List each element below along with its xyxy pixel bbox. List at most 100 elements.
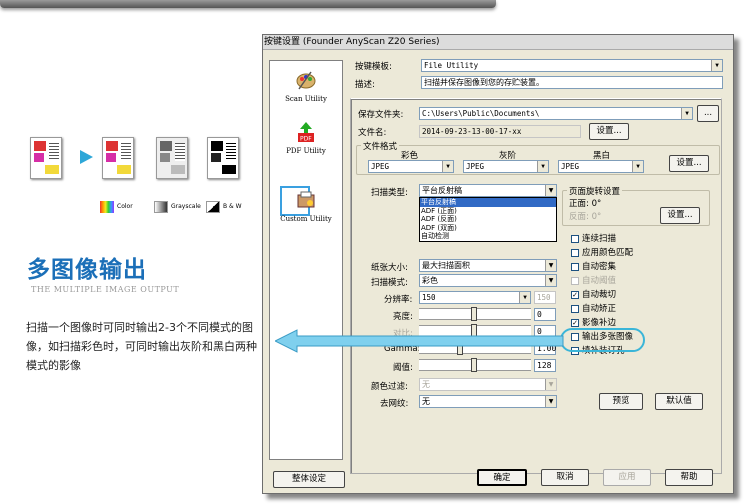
global-settings-button[interactable]: 整体设定 bbox=[273, 471, 345, 488]
paper-size-select[interactable]: 最大扫描面积 ▼ bbox=[419, 259, 557, 272]
fmt-color-value: JPEG bbox=[371, 162, 390, 171]
fmt-gray-select[interactable]: JPEG ▼ bbox=[463, 160, 549, 173]
pdf-utility-item[interactable]: PDF PDF Utility bbox=[270, 121, 342, 155]
chevron-down-icon: ▼ bbox=[545, 275, 556, 286]
settings-panel: 保存文件夹: C:\Users\Public\Documents\ ▼ ... … bbox=[350, 98, 722, 474]
checkbox-auto-threshold[interactable]: 自动阈值 bbox=[571, 274, 616, 286]
checkbox-edge-fill[interactable]: ✓ 影像补边 bbox=[571, 316, 616, 328]
format-settings-button[interactable]: 设置... bbox=[669, 155, 709, 172]
template-label: 按键模板: bbox=[355, 62, 392, 72]
brightness-spin[interactable]: 0 bbox=[534, 308, 556, 321]
threshold-spin[interactable]: 128 bbox=[534, 359, 556, 372]
multi-output-highlight bbox=[560, 328, 645, 352]
fmt-color-select[interactable]: JPEG ▼ bbox=[368, 160, 454, 173]
resolution-select[interactable]: 150 ▼ bbox=[419, 291, 531, 304]
color-page-2 bbox=[102, 137, 134, 179]
desc-value: 扫描并保存图像到您的存贮装置。 bbox=[424, 78, 544, 87]
feature-description: 扫描一个图像时可同时输出2-3个不同模式的图像，如扫描彩色时，可同时输出灰阶和黑… bbox=[26, 321, 257, 372]
checkbox-box bbox=[571, 248, 579, 257]
pointer-arrow-icon bbox=[275, 329, 564, 353]
browse-button[interactable]: ... bbox=[697, 105, 719, 122]
front-rotation: 正面: 0° bbox=[569, 199, 602, 209]
chevron-down-icon: ▼ bbox=[681, 108, 692, 119]
scan-mode-label: 扫描模式: bbox=[371, 278, 408, 288]
chevron-down-icon: ▼ bbox=[545, 379, 556, 390]
help-button[interactable]: 帮助 bbox=[665, 469, 713, 486]
mode-illustration: Color Grayscale B & W bbox=[26, 133, 252, 223]
rotation-label: 页面旋转设置 bbox=[567, 185, 623, 197]
apply-button[interactable]: 应用 bbox=[603, 469, 651, 486]
checkbox-label: 自动阈值 bbox=[582, 276, 617, 286]
feature-subheading: THE MULTIPLE IMAGE OUTPUT bbox=[31, 285, 180, 294]
option-auto-detect[interactable]: 自动检测 bbox=[420, 232, 556, 241]
checkbox-label: 应用颜色匹配 bbox=[582, 248, 634, 258]
brightness-slider[interactable] bbox=[419, 307, 531, 321]
checkbox-auto-deskew[interactable]: 自动矫正 bbox=[571, 302, 616, 314]
cancel-button[interactable]: 取消 bbox=[541, 469, 589, 486]
paper-size-label: 纸张大小: bbox=[371, 263, 408, 273]
color-swatch-icon bbox=[100, 201, 114, 213]
custom-utility-item[interactable]: Custom Utility bbox=[270, 189, 342, 223]
legend-bw: B & W bbox=[223, 203, 242, 210]
color-filter-select[interactable]: 无 ▼ bbox=[419, 378, 557, 391]
chevron-down-icon: ▼ bbox=[537, 161, 548, 172]
checkbox-continuous-scan[interactable]: 连续扫描 bbox=[571, 232, 616, 244]
fmt-bw-select[interactable]: JPEG ▼ bbox=[558, 160, 644, 173]
svg-text:PDF: PDF bbox=[300, 136, 312, 143]
option-adf-back[interactable]: ADF (反面) bbox=[420, 215, 556, 224]
checkbox-label: 连续扫描 bbox=[582, 234, 617, 244]
dialog-title: 按键设置 (Founder AnyScan Z20 Series) bbox=[263, 35, 733, 50]
desc-field[interactable]: 扫描并保存图像到您的存贮装置。 bbox=[421, 76, 723, 89]
pdf-utility-label: PDF Utility bbox=[286, 147, 326, 155]
threshold-slider[interactable] bbox=[419, 358, 531, 372]
rotation-settings-button[interactable]: 设置... bbox=[660, 207, 700, 224]
scan-mode-value: 彩色 bbox=[422, 276, 438, 285]
chevron-down-icon: ▼ bbox=[545, 260, 556, 271]
chevron-down-icon: ▼ bbox=[545, 396, 556, 407]
scan-type-value: 平台反射稿 bbox=[422, 186, 462, 195]
filename-settings-button[interactable]: 设置... bbox=[589, 123, 629, 140]
feature-heading: 多图像输出 bbox=[27, 257, 147, 283]
desc-label: 描述: bbox=[355, 80, 375, 90]
legend-color: Color bbox=[117, 203, 133, 210]
resolution-value: 150 bbox=[422, 293, 436, 302]
checkbox-auto-dense[interactable]: 自动密集 bbox=[571, 260, 616, 272]
legend-grayscale: Grayscale bbox=[171, 203, 201, 210]
top-shadow-bar bbox=[0, 0, 496, 8]
arrow-right-icon bbox=[80, 150, 93, 164]
chevron-down-icon: ▼ bbox=[545, 185, 556, 196]
checkbox-auto-crop[interactable]: ✓ 自动裁切 bbox=[571, 288, 616, 300]
resolution-spin[interactable]: 150 bbox=[534, 291, 556, 304]
template-select[interactable]: File Utility ▼ bbox=[421, 59, 723, 72]
bw-page bbox=[207, 137, 239, 179]
file-format-label: 文件格式 bbox=[361, 140, 400, 152]
descreen-select[interactable]: 无 ▼ bbox=[419, 395, 557, 408]
default-button[interactable]: 默认值 bbox=[655, 393, 703, 410]
filename-field[interactable]: 2014-09-23-13-00-17-xx bbox=[419, 125, 581, 138]
ok-button[interactable]: 确定 bbox=[477, 469, 527, 486]
resolution-spin-value: 150 bbox=[537, 293, 551, 302]
grayscale-page bbox=[156, 137, 188, 179]
template-value: File Utility bbox=[424, 61, 479, 70]
slider-thumb[interactable] bbox=[471, 358, 477, 372]
scan-utility-item[interactable]: Scan Utility bbox=[270, 69, 342, 103]
option-flatbed[interactable]: 平台反射稿 bbox=[420, 198, 556, 207]
scan-type-select[interactable]: 平台反射稿 ▼ bbox=[419, 184, 557, 197]
option-adf-front[interactable]: ADF (正面) bbox=[420, 207, 556, 216]
color-filter-value: 无 bbox=[422, 380, 430, 389]
chevron-down-icon: ▼ bbox=[519, 292, 530, 303]
slider-thumb[interactable] bbox=[471, 307, 477, 321]
save-folder-value: C:\Users\Public\Documents\ bbox=[422, 109, 540, 118]
bw-swatch-icon bbox=[206, 201, 220, 213]
checkbox-color-match[interactable]: 应用颜色匹配 bbox=[571, 246, 633, 258]
scan-utility-label: Scan Utility bbox=[285, 95, 327, 103]
color-filter-label: 颜色过滤: bbox=[371, 382, 408, 392]
fmt-gray-value: JPEG bbox=[466, 162, 485, 171]
option-adf-duplex[interactable]: ADF (双面) bbox=[420, 224, 556, 233]
checkbox-box bbox=[571, 304, 579, 313]
scan-mode-select[interactable]: 彩色 ▼ bbox=[419, 274, 557, 287]
chevron-down-icon: ▼ bbox=[632, 161, 643, 172]
save-folder-select[interactable]: C:\Users\Public\Documents\ ▼ bbox=[419, 107, 693, 120]
descreen-label: 去网纹: bbox=[380, 399, 409, 409]
preview-button[interactable]: 预览 bbox=[599, 393, 643, 410]
